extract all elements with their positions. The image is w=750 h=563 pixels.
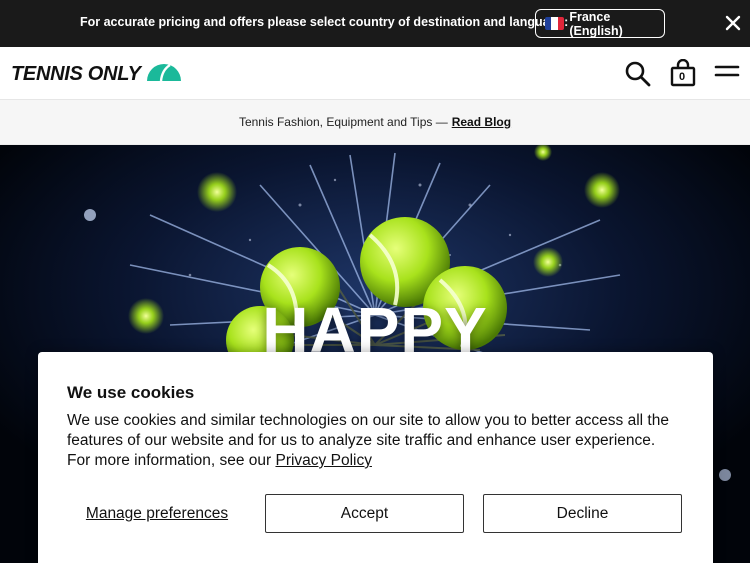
hamburger-menu-icon[interactable] (714, 63, 740, 90)
cookie-consent-dialog: We use cookies We use cookies and simila… (38, 352, 713, 563)
search-icon[interactable] (624, 60, 652, 93)
site-logo[interactable]: TENNIS ONLY (11, 62, 182, 87)
site-header: TENNIS ONLY 0 (0, 47, 750, 100)
privacy-policy-link[interactable]: Privacy Policy (275, 452, 371, 469)
promo-strip: Tennis Fashion, Equipment and Tips — Rea… (0, 100, 750, 145)
country-notice-message: For accurate pricing and offers please s… (80, 15, 569, 29)
decline-button[interactable]: Decline (483, 494, 682, 533)
close-icon[interactable] (722, 12, 744, 34)
country-notice-bar: For accurate pricing and offers please s… (0, 0, 750, 47)
logo-text: TENNIS ONLY (11, 63, 141, 85)
read-blog-link[interactable]: Read Blog (452, 115, 511, 129)
accept-button[interactable]: Accept (265, 494, 464, 533)
tennis-ball-logo-icon (146, 62, 182, 87)
france-flag-icon (545, 17, 565, 30)
manage-preferences-button[interactable]: Manage preferences (68, 494, 246, 533)
cart-count: 0 (679, 71, 686, 83)
cookie-title: We use cookies (67, 383, 195, 402)
country-selector-label: France (English) (569, 9, 623, 38)
cookie-description: We use cookies and similar technologies … (67, 411, 677, 471)
country-selector-button[interactable]: France (English) (535, 9, 665, 38)
promo-text: Tennis Fashion, Equipment and Tips — (238, 115, 448, 129)
